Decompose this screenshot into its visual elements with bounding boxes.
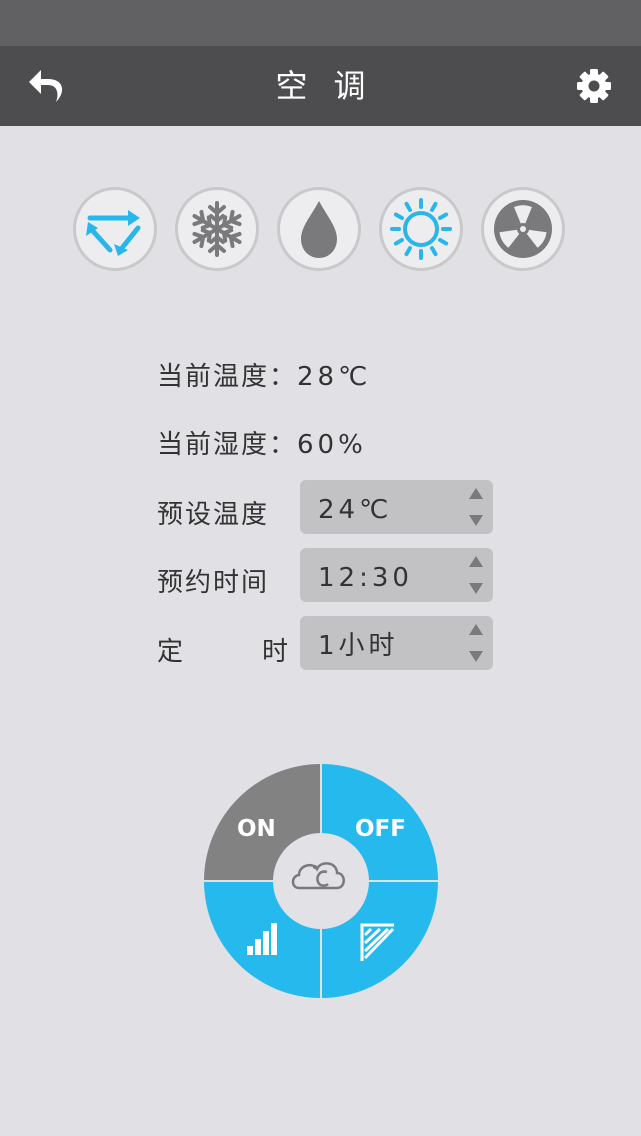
schedule-time-stepper[interactable]: 12:30: [300, 548, 493, 602]
preset-temperature-value: 24℃: [318, 495, 393, 525]
mode-cool-button[interactable]: [175, 187, 259, 271]
increase-arrow-icon[interactable]: [469, 488, 483, 499]
control-wheel: ON OFF: [203, 763, 439, 999]
decrease-arrow-icon[interactable]: [469, 651, 483, 662]
increase-arrow-icon[interactable]: [469, 556, 483, 567]
timer-stepper[interactable]: 1小时: [300, 616, 493, 670]
current-temperature: 当前温度：28℃: [157, 356, 371, 393]
status-bar: [0, 0, 641, 46]
mode-fan-button[interactable]: [481, 187, 565, 271]
water-drop-icon: [301, 201, 337, 258]
decrease-arrow-icon[interactable]: [469, 515, 483, 526]
page-title: 空调: [275, 67, 392, 105]
sun-icon: [390, 198, 452, 260]
preset-temperature-stepper[interactable]: 24℃: [300, 480, 493, 534]
fan-icon: [494, 200, 552, 258]
mode-heat-button[interactable]: [379, 187, 463, 271]
cycle-arrows-icon: [86, 210, 141, 256]
snowflake-icon: [188, 201, 246, 257]
timer-value: 1小时: [318, 631, 399, 661]
current-humidity-label: 当前湿度：: [157, 430, 298, 460]
schedule-time-value: 12:30: [318, 563, 413, 593]
timer-label-second: 时: [262, 637, 289, 667]
schedule-time-label: 预约时间: [157, 568, 270, 598]
increase-arrow-icon[interactable]: [469, 624, 483, 635]
decrease-arrow-icon[interactable]: [469, 583, 483, 594]
timer-label-first: 定: [157, 637, 184, 667]
current-humidity: 当前湿度：60%: [157, 424, 367, 461]
gear-icon: [577, 69, 611, 103]
mode-dry-button[interactable]: [277, 187, 361, 271]
mode-auto-button[interactable]: [73, 187, 157, 271]
current-temperature-label: 当前温度：: [157, 362, 298, 392]
center-button[interactable]: [273, 833, 369, 929]
nav-bar: 空调: [0, 46, 641, 126]
current-temperature-value: 28℃: [297, 362, 372, 392]
settings-button[interactable]: [574, 66, 614, 106]
preset-temperature-label: 预设温度: [157, 500, 270, 530]
current-humidity-value: 60%: [297, 430, 367, 460]
